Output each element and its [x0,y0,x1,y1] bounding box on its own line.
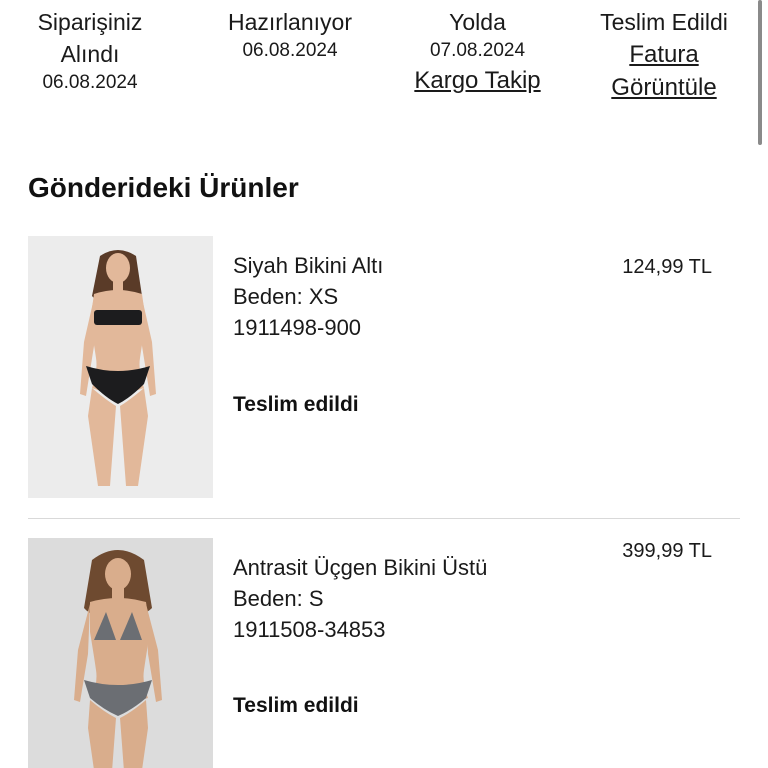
delivery-status: Teslim edildi [233,393,359,416]
scrollbar[interactable] [758,0,762,145]
step-date: 07.08.2024 [429,40,526,61]
product-sku: 1911498-900 [233,315,362,340]
view-invoice-link-line1: Fatura [629,41,699,68]
product-name: Siyah Bikini Altı [233,253,384,278]
product-info: Antrasit Üçgen Bikini Üstü Beden: S 1911… [233,552,487,645]
product-image[interactable] [28,538,213,768]
step-order-received: Siparişiniz Alındı 06.08.2024 [30,6,150,96]
product-image[interactable] [28,236,213,498]
product-name: Antrasit Üçgen Bikini Üstü [233,555,488,580]
product-size: Beden: XS [233,284,339,309]
product-size: Beden: S [233,586,324,611]
product-item: Antrasit Üçgen Bikini Üstü Beden: S 1911… [28,538,740,768]
step-title: Alındı [60,41,120,67]
step-title: Hazırlanıyor [228,9,352,35]
step-delivered: Teslim Edildi Fatura Görüntüle [585,6,743,104]
step-in-transit: Yolda 07.08.2024 Kargo Takip [395,6,560,97]
product-info: Siyah Bikini Altı Beden: XS 1911498-900 [233,250,383,343]
order-status-tracker: Siparişiniz Alındı 06.08.2024 Hazırlanıy… [0,6,768,106]
view-invoice-link-line2: Görüntüle [611,74,717,101]
product-price: 399,99 TL [622,540,712,562]
divider [28,518,740,519]
step-preparing: Hazırlanıyor 06.08.2024 [210,6,370,64]
view-invoice-link[interactable]: Fatura Görüntüle [585,38,743,104]
product-sku: 1911508-34853 [233,617,386,642]
model-photo-icon [28,236,213,498]
step-date: 06.08.2024 [242,40,338,61]
model-photo-icon [28,538,213,768]
cargo-tracking-link[interactable]: Kargo Takip [395,64,560,97]
step-title: Yolda [449,9,506,35]
step-title: Siparişiniz [37,9,143,35]
step-title: Teslim Edildi [600,9,728,35]
product-price: 124,99 TL [622,256,712,278]
delivery-status: Teslim edildi [233,694,359,717]
section-title: Gönderideki Ürünler [28,172,299,203]
product-item: Siyah Bikini Altı Beden: XS 1911498-900 … [28,236,740,498]
step-date: 06.08.2024 [42,72,138,93]
